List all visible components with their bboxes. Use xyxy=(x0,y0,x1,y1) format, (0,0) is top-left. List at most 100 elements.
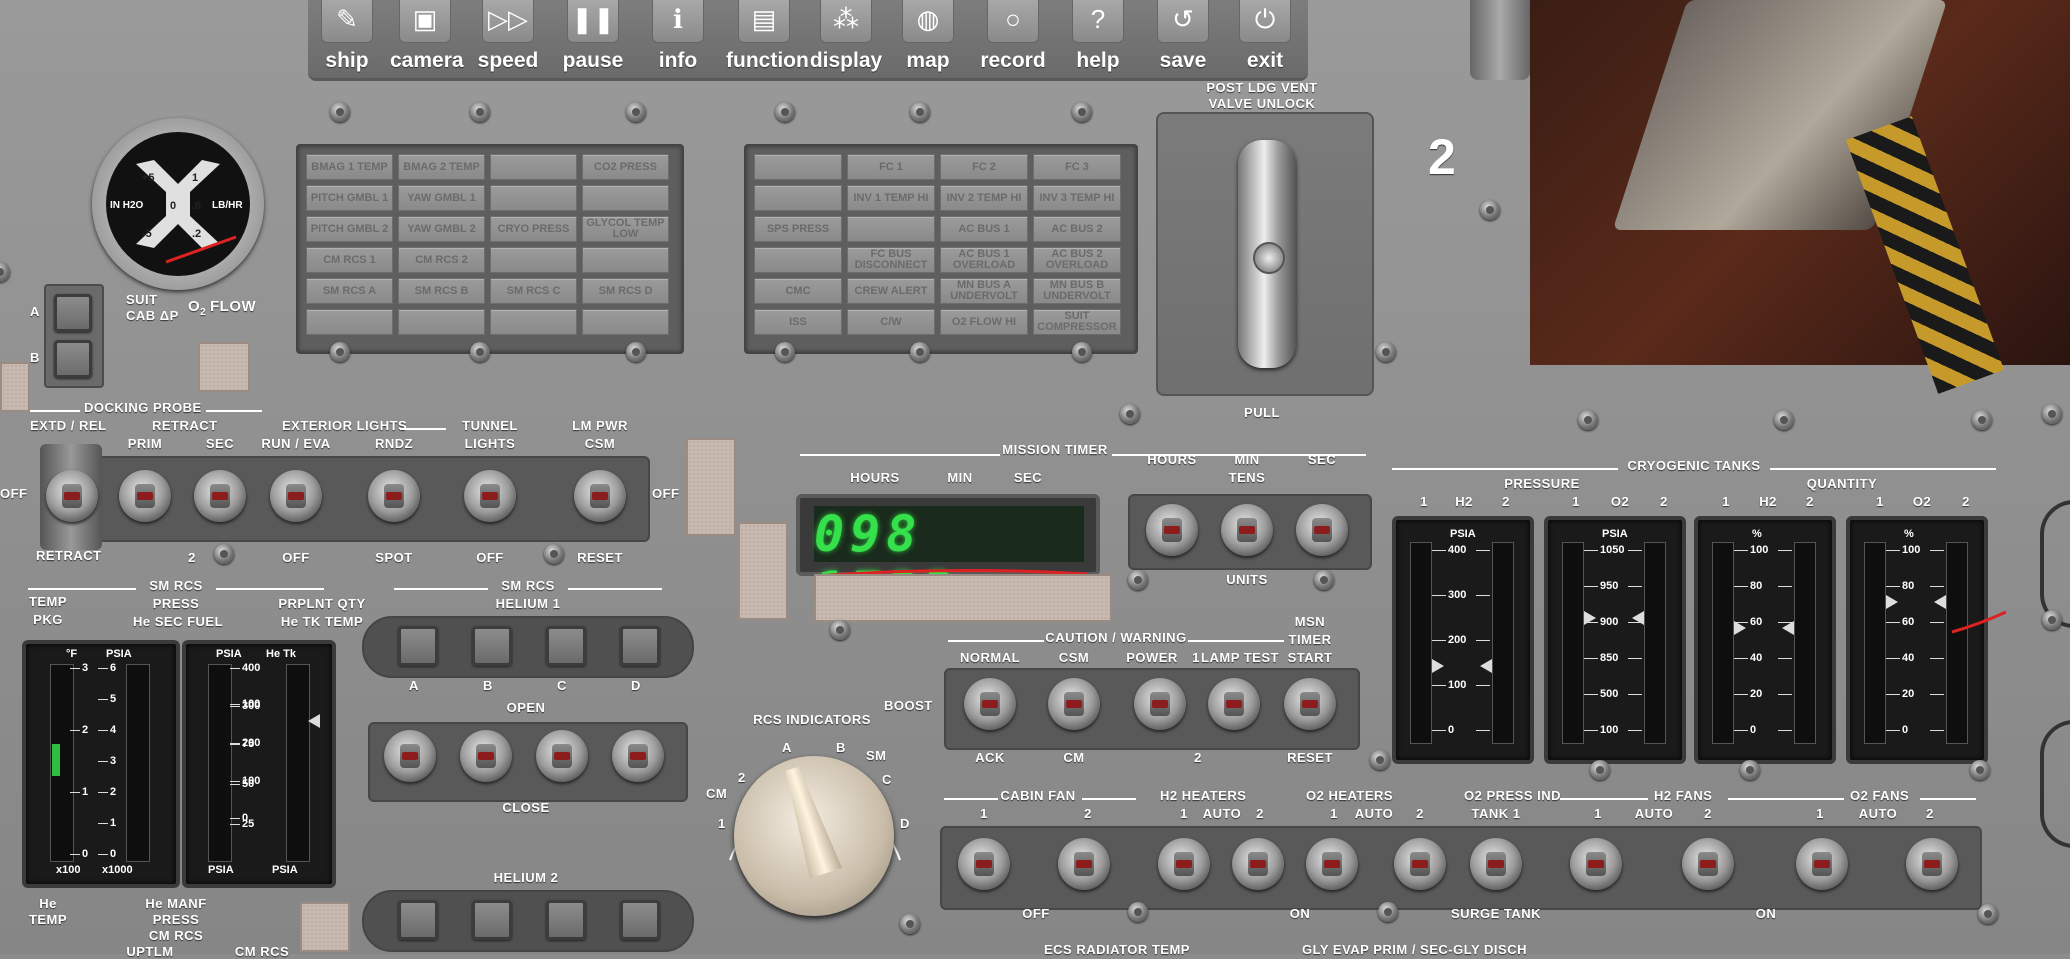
display-button[interactable]: ⁂ display xyxy=(808,0,884,78)
screw-icon xyxy=(1774,410,1794,430)
screw-icon xyxy=(1578,410,1598,430)
cryo-gauge: % 100 80 60 40 20 0 xyxy=(1846,516,1988,764)
ship-button[interactable]: ✎ ship xyxy=(312,0,382,78)
cryo-line-2 xyxy=(1770,468,1996,470)
cw-reset-label: RESET xyxy=(1287,750,1333,765)
vent-handle[interactable] xyxy=(1238,140,1296,368)
cryo-sub-label: 2 xyxy=(1806,494,1814,509)
helium2-b-button[interactable] xyxy=(472,900,512,940)
h2-fan-2-switch[interactable] xyxy=(1682,838,1734,890)
cryo-scale-label: 950 xyxy=(1600,580,1619,592)
timer-hours-switch[interactable] xyxy=(1146,504,1198,556)
bl-cm-rcs2-label: CM RCS xyxy=(234,944,290,959)
caution-panel-left: BMAG 1 TEMP BMAG 2 TEMP CO2 PRESS PITCH GMB… xyxy=(296,144,684,354)
helium2-c-button[interactable] xyxy=(546,900,586,940)
power-switch[interactable] xyxy=(1134,678,1186,730)
selector-a-label: A xyxy=(30,304,40,319)
cryo-gauge-strip xyxy=(1864,542,1886,744)
save-icon: ↺ xyxy=(1157,0,1209,43)
timer-min-switch[interactable] xyxy=(1221,504,1273,556)
map-button[interactable]: ◍ map xyxy=(893,0,963,78)
caution-warning-title: CAUTION / WARNING xyxy=(1045,630,1187,645)
helium-a-switch[interactable] xyxy=(384,730,436,782)
speed-button[interactable]: ▷▷ speed xyxy=(473,0,543,78)
timer-sec-label: SEC xyxy=(1013,470,1043,485)
screw-icon xyxy=(1480,200,1500,220)
caution-right-lamp: AC BUS 1 xyxy=(940,216,1028,242)
ecs-radiator-label: ECS RADIATOR TEMP xyxy=(1044,942,1190,957)
gauge-tick xyxy=(98,823,108,824)
docking-probe-switch[interactable] xyxy=(46,470,98,522)
he-sec-fuel-label: He SEC FUEL xyxy=(132,614,224,629)
cryo-scale-label: 100 xyxy=(1750,544,1769,556)
helium-b-switch[interactable] xyxy=(460,730,512,782)
caution-left-lamp: CO2 PRESS xyxy=(582,154,669,180)
o2-press-ind-switch[interactable] xyxy=(1470,838,1522,890)
vent-title-2: VALVE UNLOCK xyxy=(1208,96,1316,111)
helium-col-c: C xyxy=(557,678,567,693)
helium2-d-button[interactable] xyxy=(620,900,660,940)
helium1-label: HELIUM 1 xyxy=(495,596,561,611)
cabin-fan-2-switch[interactable] xyxy=(1058,838,1110,890)
tunnel-lights-switch[interactable] xyxy=(464,470,516,522)
function-button[interactable]: ▤ function xyxy=(726,0,809,78)
cryo-scale-label: 900 xyxy=(1600,616,1619,628)
selector-a-button[interactable] xyxy=(54,294,92,332)
cryo-tick xyxy=(1584,586,1598,587)
caution-right-lamp: INV 1 TEMP HI xyxy=(847,185,935,211)
helium1-b-button[interactable] xyxy=(472,626,512,666)
timer-sec-switch[interactable] xyxy=(1296,504,1348,556)
power-icon: ⏻ xyxy=(1239,0,1291,43)
rcs-pos-c: C xyxy=(882,772,892,787)
caution-left-lamp xyxy=(490,309,577,335)
pad-timer xyxy=(814,574,1112,622)
helium-c-switch[interactable] xyxy=(536,730,588,782)
run-eva-switch[interactable] xyxy=(270,470,322,522)
save-label: save xyxy=(1159,49,1207,72)
msn-timer-switch[interactable] xyxy=(1284,678,1336,730)
selector-b-button[interactable] xyxy=(54,340,92,378)
lm-power-switch[interactable] xyxy=(574,470,626,522)
h2-heater-2-switch[interactable] xyxy=(1232,838,1284,890)
o2-fan-2-switch[interactable] xyxy=(1906,838,1958,890)
h2-fan-1-switch[interactable] xyxy=(1570,838,1622,890)
rndz-switch[interactable] xyxy=(368,470,420,522)
o2-heater-1-switch[interactable] xyxy=(1306,838,1358,890)
lamp-test-switch[interactable] xyxy=(1208,678,1260,730)
o2-fans-line xyxy=(1786,798,1844,800)
csm-cm-switch[interactable] xyxy=(1048,678,1100,730)
h2-heater-1-switch[interactable] xyxy=(1158,838,1210,890)
gauge-tick xyxy=(230,824,240,825)
helium1-c-button[interactable] xyxy=(546,626,586,666)
normal-boost-switch[interactable] xyxy=(964,678,1016,730)
close-label: CLOSE xyxy=(502,800,550,815)
save-button[interactable]: ↺ save xyxy=(1148,0,1218,78)
caution-left-lamp xyxy=(398,309,485,335)
record-button[interactable]: ○ record xyxy=(978,0,1048,78)
gauge-tick xyxy=(98,792,108,793)
cryo-tick xyxy=(1734,658,1748,659)
exit-button[interactable]: ⏻ exit xyxy=(1230,0,1300,78)
rcs-indicator-knob[interactable] xyxy=(734,756,894,916)
prim-switch[interactable] xyxy=(119,470,171,522)
sec-switch[interactable] xyxy=(194,470,246,522)
h2-heaters-label: H2 HEATERS xyxy=(1160,788,1247,803)
cabin-fan-label: CABIN FAN xyxy=(1000,788,1076,803)
caution-left-lamp: CM RCS 1 xyxy=(306,247,393,273)
helium-d-switch[interactable] xyxy=(612,730,664,782)
caution-left-lamp: SM RCS B xyxy=(398,278,485,304)
gauge-tick xyxy=(230,744,240,745)
info-button[interactable]: ℹ info xyxy=(643,0,713,78)
cryo-scale-label: 100 xyxy=(1902,544,1921,556)
cryo-tick xyxy=(1778,586,1792,587)
o2-fan-1-switch[interactable] xyxy=(1796,838,1848,890)
help-button[interactable]: ? help xyxy=(1063,0,1133,78)
helium1-d-button[interactable] xyxy=(620,626,660,666)
o2-heater-2-switch[interactable] xyxy=(1394,838,1446,890)
pause-button[interactable]: ❚❚ pause xyxy=(558,0,628,78)
power-1-label: 1 xyxy=(1192,650,1200,665)
cabin-fan-1-switch[interactable] xyxy=(958,838,1010,890)
camera-button[interactable]: ▣ camera xyxy=(390,0,464,78)
helium1-a-button[interactable] xyxy=(398,626,438,666)
helium2-a-button[interactable] xyxy=(398,900,438,940)
